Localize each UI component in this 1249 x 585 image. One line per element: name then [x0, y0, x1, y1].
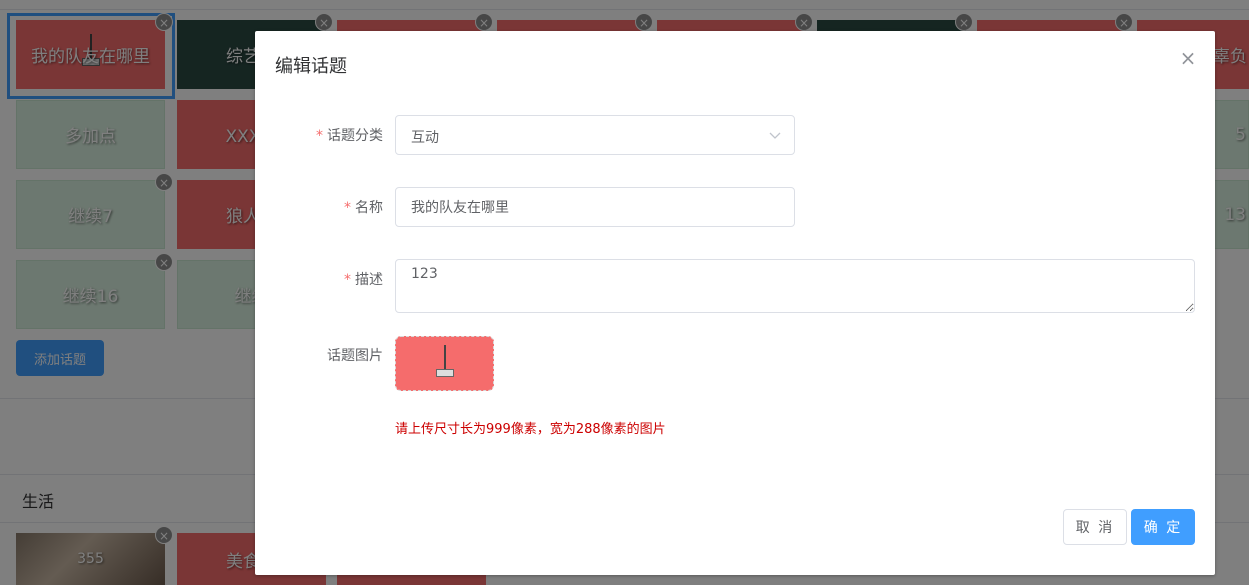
image-upload[interactable]	[395, 336, 494, 391]
category-select[interactable]: 互动	[395, 115, 795, 155]
close-icon[interactable]: ×	[1179, 48, 1197, 68]
image-label: 话题图片	[327, 348, 383, 364]
category-label: * 话题分类	[316, 128, 383, 144]
confirm-button[interactable]: 确 定	[1131, 509, 1195, 545]
description-label: * 描述	[344, 272, 383, 288]
name-field[interactable]	[395, 187, 795, 227]
edit-topic-dialog: 编辑话题 × *话题分类 互动 *名称 *描述 123 话题图片 请上传尺寸长为…	[255, 31, 1215, 575]
cancel-button[interactable]: 取 消	[1063, 509, 1127, 545]
dialog-title: 编辑话题	[275, 56, 347, 77]
category-select-value: 互动	[411, 130, 439, 146]
required-mark: *	[344, 200, 351, 216]
required-mark: *	[344, 272, 351, 288]
required-mark: *	[316, 128, 323, 144]
name-label: * 名称	[344, 200, 383, 216]
chevron-down-icon	[769, 132, 781, 139]
upload-tip: 请上传尺寸长为999像素，宽为288像素的图片	[395, 422, 666, 437]
description-field[interactable]: 123	[395, 259, 1195, 313]
image-preview-icon	[434, 345, 456, 381]
